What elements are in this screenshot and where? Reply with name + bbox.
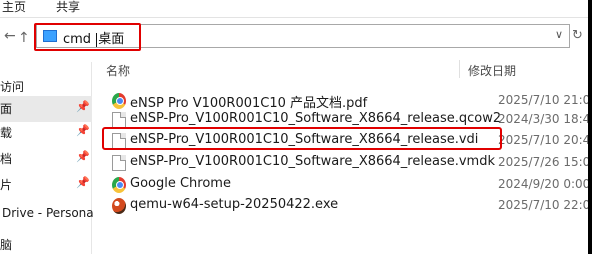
sidebar-item-this-pc[interactable]: 脑 [0,232,92,254]
file-row[interactable]: Google Chrome 2024/9/20 0:00 [92,174,588,196]
file-name: eNSP-Pro_V100R001C10_Software_X8664_rele… [130,154,495,169]
sidebar-item-label: 面 [0,102,13,116]
column-header-date[interactable]: 修改日期 [468,62,516,84]
sidebar-item-label: 脑 [0,238,13,252]
sidebar-item-desktop[interactable]: 面 📌 [0,96,92,122]
file-list: 名称 修改日期 eNSP Pro V100R001C10 产品文档.pdf 20… [92,58,588,254]
sidebar-item-label: 片 [0,178,13,192]
pin-icon: 📌 [76,100,90,113]
file-date: 2025/7/10 22:02 [498,198,588,212]
file-row[interactable]: qemu-w64-setup-20250422.exe 2025/7/10 22… [92,195,588,217]
pin-icon: 📌 [76,176,90,189]
sidebar-item-downloads[interactable]: 载 📌 [0,120,92,146]
window-edge [588,0,592,254]
file-icon [112,155,126,171]
pin-icon: 📌 [76,124,90,137]
pdf-chrome-icon [112,93,126,109]
file-highlight-box [102,127,502,150]
sidebar-item-label: 访问 [0,80,25,94]
column-header-name[interactable]: 名称 [106,62,130,84]
sidebar-item-onedrive[interactable]: Drive - Persona [0,202,94,228]
pin-icon: 📌 [76,150,90,163]
file-date: 2025/7/10 20:43 [498,133,588,147]
file-icon [112,112,126,128]
file-name: qemu-w64-setup-20250422.exe [130,197,339,212]
file-date: 2024/3/30 18:49 [498,112,588,126]
ribbon-tabs: 主页 共享 [0,0,588,18]
sidebar-item-label: 档 [0,152,13,166]
back-icon[interactable]: ← [4,28,16,46]
chrome-icon [112,177,126,193]
file-explorer-window: 主页 共享 ← ↑ cmd 桌面 ∨ ↻ 访问 面 📌 载 📌 档 📌 片 📌 … [0,0,588,254]
sidebar-item-documents[interactable]: 档 📌 [0,146,92,172]
navigation-bar: ← ↑ cmd 桌面 ∨ ↻ [0,22,588,54]
file-date: 2025/7/26 15:07 [498,155,588,169]
file-date: 2024/9/20 0:00 [498,177,588,191]
tab-home[interactable]: 主页 [2,0,26,15]
sidebar-item-label: Drive - Persona [2,206,94,220]
navigation-pane: 访问 面 📌 载 📌 档 📌 片 📌 Drive - Persona 脑 [0,62,94,254]
sidebar-item-pictures[interactable]: 片 📌 [0,172,92,198]
refresh-icon[interactable]: ↻ [572,28,583,43]
tab-share[interactable]: 共享 [56,0,80,15]
address-dropdown-icon[interactable]: ∨ [555,28,563,41]
column-separator[interactable] [459,60,460,78]
file-name: Google Chrome [130,176,231,191]
sidebar-item-label: 载 [0,126,13,140]
file-name: eNSP-Pro_V100R001C10_Software_X8664_rele… [130,111,502,126]
file-date: 2025/7/10 21:02 [498,93,588,107]
file-row[interactable]: eNSP-Pro_V100R001C10_Software_X8664_rele… [92,152,588,174]
up-icon[interactable]: ↑ [18,30,30,48]
qemu-installer-icon [112,198,126,214]
address-highlight-box [34,23,141,51]
